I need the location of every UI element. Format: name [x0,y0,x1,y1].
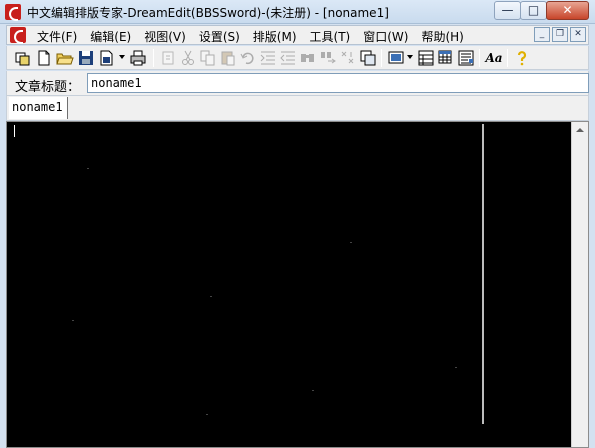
close-icon: ✕ [562,3,573,17]
menu-items: 文件(F) 编辑(E) 视图(V) 设置(S) 排版(M) 工具(T) 窗口(W… [37,28,477,45]
close-button[interactable]: ✕ [546,1,589,20]
menu-layout[interactable]: 排版(M) [253,28,297,45]
replace-icon[interactable] [319,49,337,67]
doc-restore-button[interactable]: ❐ [552,27,568,42]
toolbar-separator [153,49,154,67]
paste-special-icon[interactable] [159,49,177,67]
title-bar: 中文编辑排版专家-DreamEdit(BBSSword)-(未注册) - [no… [0,0,595,24]
save-as-icon[interactable] [98,49,116,67]
article-title-input[interactable]: noname1 [87,73,589,93]
undo-icon[interactable] [239,49,257,67]
tab-noname1[interactable]: noname1 [9,97,68,119]
menu-edit[interactable]: 编辑(E) [90,28,131,45]
wrap-lines-icon[interactable] [339,49,357,67]
find-icon[interactable] [299,49,317,67]
save-as-dropdown-icon[interactable] [119,55,125,59]
table-layout-icon[interactable] [417,49,435,67]
screen-noise [87,168,89,169]
menu-file[interactable]: 文件(F) [37,28,77,45]
print-icon[interactable] [129,49,147,67]
cut-icon[interactable] [179,49,197,67]
window-controls: — □ ✕ [494,1,589,20]
new-file-icon[interactable] [35,49,53,67]
menu-bar: 文件(F) 编辑(E) 视图(V) 设置(S) 排版(M) 工具(T) 窗口(W… [6,25,589,45]
maximize-button[interactable]: □ [520,1,547,20]
save-icon[interactable] [77,49,95,67]
toolbar-separator [381,49,382,67]
article-title-label: 文章标题： [15,80,81,95]
menu-view[interactable]: 视图(V) [144,28,186,45]
toolbar-separator [507,49,508,67]
document-menu-icon[interactable] [10,27,26,44]
screen-noise [72,320,74,321]
format-paragraph-icon[interactable] [457,49,475,67]
menu-tools[interactable]: 工具(T) [310,28,351,45]
display-options-dropdown-icon[interactable] [407,55,413,59]
screen-noise [206,414,208,415]
editor-frame [6,121,589,448]
window-title: 中文编辑排版专家-DreamEdit(BBSSword)-(未注册) - [no… [27,6,389,20]
paste-icon[interactable] [219,49,237,67]
doc-minimize-button[interactable]: _ [534,27,550,42]
minimize-button[interactable]: — [494,1,521,20]
scroll-up-button[interactable] [572,122,588,139]
help-icon[interactable] [513,49,531,67]
display-options-icon[interactable] [387,49,405,67]
font-icon[interactable]: Aa [485,49,503,67]
menu-window[interactable]: 窗口(W) [363,28,408,45]
right-margin-line [482,124,484,424]
menu-help[interactable]: 帮助(H) [421,28,463,45]
vertical-scrollbar[interactable] [571,122,588,447]
screen-noise [455,367,457,368]
screen-noise [350,242,352,243]
maximize-icon: □ [527,3,540,17]
open-folder-icon[interactable] [56,49,74,67]
outdent-icon[interactable] [279,49,297,67]
copy-icon[interactable] [199,49,217,67]
insert-table-icon[interactable] [437,49,455,67]
toolbar-separator [479,49,480,67]
app-icon[interactable] [5,4,21,21]
doc-close-button[interactable]: ✕ [570,27,586,42]
text-editor[interactable] [10,124,570,446]
text-caret [14,125,15,137]
open-multiple-icon[interactable] [14,49,32,67]
screen-noise [312,390,314,391]
menu-settings[interactable]: 设置(S) [199,28,240,45]
article-title-row: 文章标题： noname1 [6,71,589,96]
copy-window-icon[interactable] [359,49,377,67]
minimize-icon: — [501,3,514,17]
indent-icon[interactable] [259,49,277,67]
screen-noise [210,296,212,297]
document-tab-bar: noname1 [6,96,589,121]
document-window-controls: _ ❐ ✕ [532,27,586,42]
toolbar: Aa [6,46,589,70]
